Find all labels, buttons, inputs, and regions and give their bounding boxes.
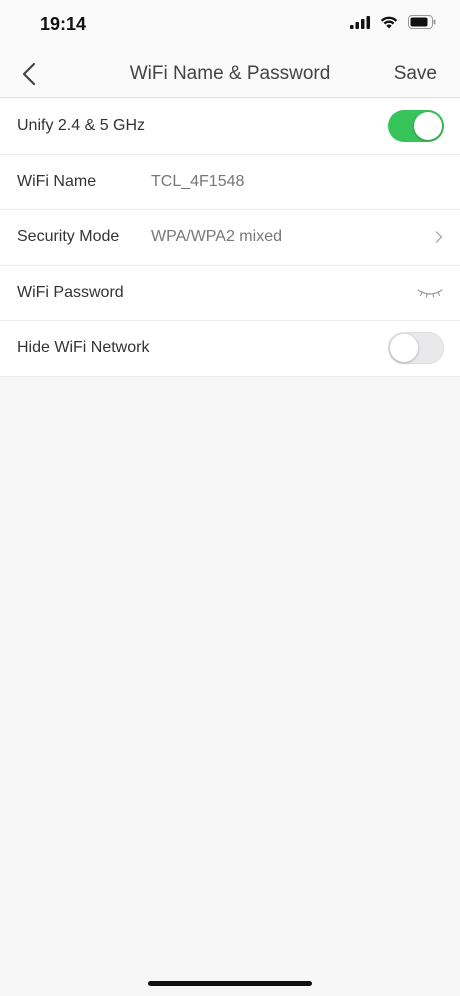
status-bar: 19:14 xyxy=(0,0,460,50)
hide-network-row: Hide WiFi Network xyxy=(0,321,460,377)
settings-list: Unify 2.4 & 5 GHz WiFi Name TCL_4F1548 S… xyxy=(0,99,460,377)
unify-bands-toggle[interactable] xyxy=(388,110,444,143)
hide-network-label: Hide WiFi Network xyxy=(17,339,150,357)
unify-bands-label: Unify 2.4 & 5 GHz xyxy=(17,117,146,135)
chevron-right-icon xyxy=(435,231,443,243)
unify-bands-control xyxy=(388,110,444,143)
eye-closed-icon xyxy=(417,289,443,298)
hide-network-toggle[interactable] xyxy=(388,332,444,365)
wifi-icon xyxy=(380,16,398,29)
unify-bands-row: Unify 2.4 & 5 GHz xyxy=(0,99,460,155)
security-mode-label: Security Mode xyxy=(17,228,120,246)
screen: 19:14 WiFi Name & Password Save Unify 2.… xyxy=(0,0,460,996)
status-time: 19:14 xyxy=(40,14,87,34)
home-indicator[interactable] xyxy=(148,981,312,986)
security-mode-row[interactable]: Security Mode WPA/WPA2 mixed xyxy=(0,210,460,266)
nav-bar: WiFi Name & Password Save xyxy=(0,50,460,98)
wifi-password-label: WiFi Password xyxy=(17,283,124,301)
wifi-password-row[interactable]: WiFi Password xyxy=(0,266,460,321)
signal-icon xyxy=(350,15,370,29)
battery-icon xyxy=(408,15,436,29)
wifi-name-label: WiFi Name xyxy=(17,172,97,190)
page-title: WiFi Name & Password xyxy=(129,63,331,84)
security-mode-chevron xyxy=(434,230,444,244)
password-visibility-button[interactable] xyxy=(416,286,444,300)
wifi-name-value[interactable]: TCL_4F1548 xyxy=(151,173,244,191)
wifi-name-row[interactable]: WiFi Name TCL_4F1548 xyxy=(0,155,460,210)
toggle-knob xyxy=(390,334,418,363)
hide-network-control xyxy=(388,332,444,365)
status-icons xyxy=(350,15,436,29)
security-mode-value: WPA/WPA2 mixed xyxy=(151,228,282,246)
save-button[interactable]: Save xyxy=(394,63,437,85)
toggle-knob xyxy=(414,112,442,141)
